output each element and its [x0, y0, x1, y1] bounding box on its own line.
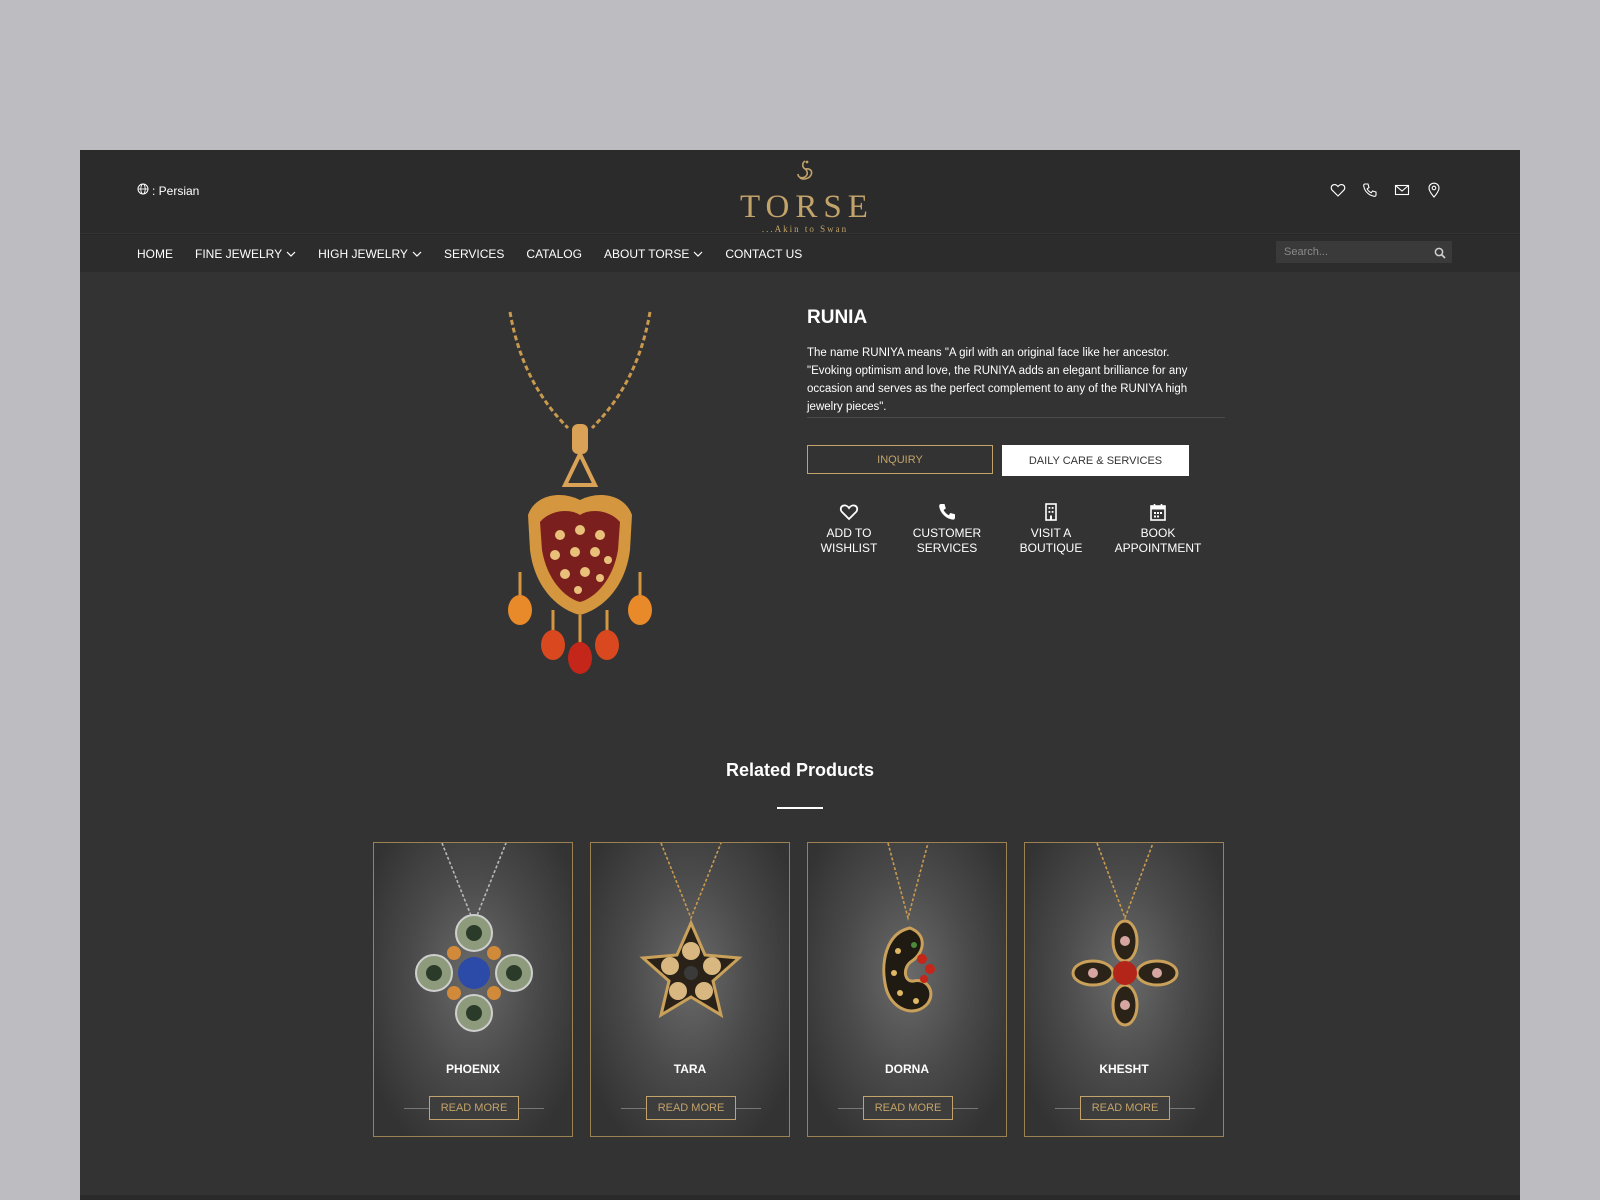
nav-item-label: CONTACT US [725, 247, 803, 261]
globe-icon [137, 183, 149, 198]
read-more-button[interactable]: READ MORE [646, 1096, 736, 1120]
logo-tagline: ...Akin to Swan [761, 224, 849, 234]
inquiry-button[interactable]: INQUIRY [807, 445, 993, 474]
read-more-button[interactable]: READ MORE [429, 1096, 519, 1120]
daily-care-services-button[interactable]: DAILY CARE & SERVICES [1002, 445, 1189, 476]
action-label: VISIT A [1030, 526, 1072, 540]
nav-item-label: SERVICES [443, 247, 505, 261]
nav-item-fine-jewelry[interactable]: FINE JEWELRY [195, 247, 296, 261]
visit-boutique-action[interactable]: VISIT A BOUTIQUE [999, 502, 1103, 556]
product-image [639, 843, 743, 1019]
chevron-down-icon [412, 251, 422, 257]
building-icon [1045, 503, 1057, 521]
product-image [1071, 843, 1179, 1027]
language-switcher[interactable]: : Persian [137, 183, 199, 198]
chevron-down-icon [693, 251, 703, 257]
product-card-phoenix[interactable]: PHOENIX READ MORE [373, 842, 573, 1137]
book-appointment-action[interactable]: BOOK APPOINTMENT [1103, 502, 1213, 556]
calendar-icon [1150, 504, 1166, 521]
add-to-wishlist-action[interactable]: ADD TO WISHLIST [807, 502, 891, 556]
product-name: PHOENIX [445, 1062, 500, 1076]
header-icons [1330, 182, 1442, 198]
action-label: CUSTOMER [912, 526, 982, 540]
action-label: WISHLIST [820, 541, 878, 555]
nav-item-home[interactable]: HOME [137, 247, 173, 261]
product-image [415, 843, 533, 1032]
action-label: APPOINTMENT [1114, 541, 1202, 555]
nav-item-services[interactable]: SERVICES [444, 247, 504, 261]
product-image [490, 310, 670, 680]
nav-item-contact[interactable]: CONTACT US [725, 247, 802, 261]
footer-strip [80, 1195, 1520, 1200]
heart-icon[interactable] [1330, 182, 1346, 198]
read-more-button[interactable]: READ MORE [863, 1096, 953, 1120]
product-card-tara[interactable]: TARA READ MORE [590, 842, 790, 1137]
action-label: SERVICES [916, 541, 978, 555]
top-header: : Persian TORSE ...Akin to Swan [80, 150, 1520, 234]
related-products-title: Related Products [725, 760, 875, 780]
nav-item-label: HOME [137, 247, 173, 261]
product-title: RUNIA [807, 307, 868, 328]
action-label: ADD TO [826, 526, 872, 540]
nav-item-label: ABOUT TORSE [603, 247, 690, 261]
nav-item-label: HIGH JEWELRY [318, 247, 408, 261]
customer-services-action[interactable]: CUSTOMER SERVICES [895, 502, 999, 556]
nav-item-about[interactable]: ABOUT TORSE [604, 247, 703, 261]
nav-item-high-jewelry[interactable]: HIGH JEWELRY [318, 247, 422, 261]
product-card-dorna[interactable]: DORNA READ MORE [807, 842, 1007, 1137]
phone-icon[interactable] [1362, 182, 1378, 198]
nav-item-label: FINE JEWELRY [195, 247, 283, 261]
phone-icon [939, 504, 955, 520]
location-icon[interactable] [1426, 182, 1442, 198]
divider [807, 417, 1225, 418]
chevron-down-icon [286, 251, 296, 257]
product-card-khesht[interactable]: KHESHT READ MORE [1024, 842, 1224, 1137]
search-box [1276, 241, 1452, 263]
nav-item-catalog[interactable]: CATALOG [526, 247, 582, 261]
heart-icon [839, 504, 859, 521]
nav-item-label: CATALOG [526, 247, 582, 261]
page: : Persian TORSE ...Akin to Swan HOME FIN… [80, 150, 1520, 1200]
action-label: BOOK [1140, 526, 1176, 540]
read-more-button[interactable]: READ MORE [1080, 1096, 1170, 1120]
language-label: : Persian [152, 183, 200, 198]
product-name: KHESHT [1099, 1062, 1149, 1076]
nav-menu: HOME FINE JEWELRY HIGH JEWELRY SERVICES … [137, 247, 802, 261]
product-description: The name RUNIYA means "A girl with an or… [807, 347, 1188, 413]
product-name: DORNA [885, 1062, 929, 1076]
title-underline [777, 807, 823, 809]
action-label: BOUTIQUE [1019, 541, 1083, 555]
logo-wordmark: TORSE [740, 189, 874, 225]
product-image [882, 843, 935, 1013]
product-actions: ADD TO WISHLIST CUSTOMER SERVICES VISIT … [807, 502, 1213, 556]
swan-logo-icon [797, 160, 813, 180]
search-input[interactable] [1276, 241, 1424, 263]
brand-logo[interactable]: TORSE ...Akin to Swan [740, 158, 874, 234]
search-icon[interactable] [1434, 246, 1446, 259]
product-name: TARA [673, 1062, 707, 1076]
mail-icon[interactable] [1394, 182, 1410, 198]
